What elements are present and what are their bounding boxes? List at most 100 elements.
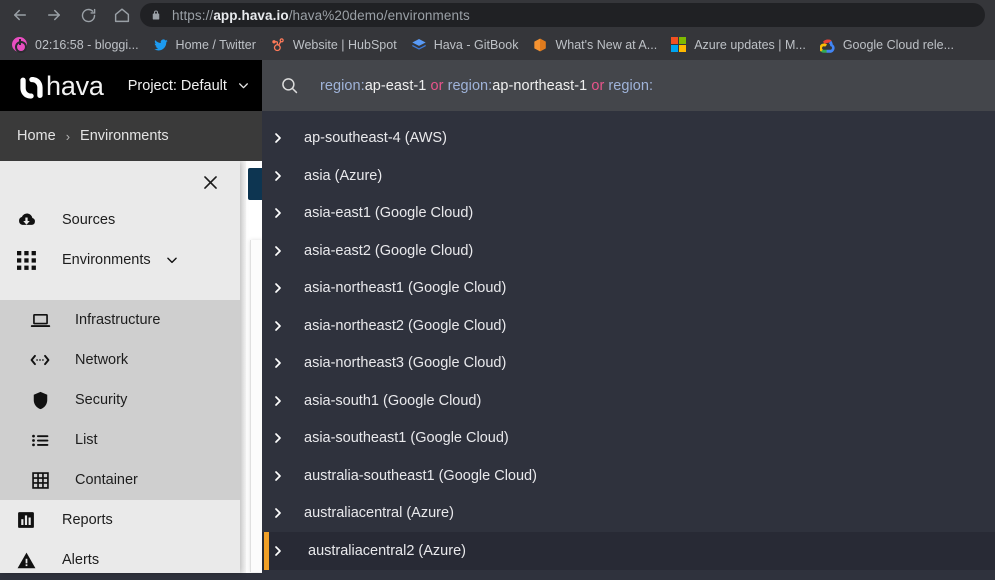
- sidebar-close-button[interactable]: [198, 170, 222, 194]
- region-list-item[interactable]: asia-northeast2 (Google Cloud): [262, 307, 995, 345]
- sidebar-item-reports[interactable]: Reports: [0, 500, 240, 540]
- chevron-right-icon: [271, 432, 285, 444]
- shield-icon: [27, 390, 53, 411]
- breadcrumb-current: Environments: [80, 128, 169, 144]
- browser-chrome: https://app.hava.io/hava%20demo/environm…: [0, 0, 995, 60]
- region-list-item[interactable]: ap-southeast-4 (AWS): [262, 120, 995, 158]
- breadcrumb-separator-icon: ›: [65, 128, 71, 144]
- chevron-right-icon: [271, 395, 285, 407]
- power-icon: [12, 37, 28, 53]
- search-bar[interactable]: region:ap-east-1 or region:ap-northeast-…: [262, 60, 995, 111]
- search-token-key: region:: [447, 77, 493, 94]
- sidebar-item-network[interactable]: Network: [0, 340, 240, 380]
- region-list-item-label: asia-southeast1 (Google Cloud): [304, 430, 509, 447]
- bookmark-item[interactable]: Website | HubSpot: [264, 33, 403, 57]
- bookmark-item[interactable]: Hava - GitBook: [405, 33, 525, 57]
- sidebar-item-container[interactable]: Container: [0, 460, 240, 500]
- project-selector-label: Project: Default: [127, 77, 227, 94]
- search-token-operator: or: [587, 77, 609, 94]
- hubspot-sprocket-icon: [270, 37, 286, 53]
- region-list-item-label: asia-northeast1 (Google Cloud): [304, 280, 507, 297]
- chevron-right-icon: [271, 170, 285, 182]
- chevron-right-icon: [271, 470, 285, 482]
- region-list-item[interactable]: asia-south1 (Google Cloud): [262, 382, 995, 420]
- region-list-item-selected[interactable]: australiacentral2 (Azure): [262, 532, 995, 570]
- twitter-bird-icon: [153, 37, 169, 53]
- lock-icon: [150, 9, 162, 21]
- region-list-item-label: asia-northeast2 (Google Cloud): [304, 317, 507, 334]
- bar-chart-icon: [13, 510, 39, 530]
- browser-toolbar: https://app.hava.io/hava%20demo/environm…: [0, 0, 995, 30]
- bookmark-item[interactable]: 02:16:58 - bloggi...: [6, 33, 145, 57]
- bookmark-item[interactable]: Home / Twitter: [147, 33, 262, 57]
- region-list-item[interactable]: asia-east2 (Google Cloud): [262, 232, 995, 270]
- sidebar-item-label: Sources: [62, 212, 116, 228]
- search-token-value: ap-east-1: [364, 77, 427, 94]
- region-list-item[interactable]: asia-northeast1 (Google Cloud): [262, 270, 995, 308]
- bookmark-item[interactable]: Azure updates | M...: [665, 33, 812, 57]
- sidebar-item-label: Container: [75, 472, 138, 488]
- sidebar-item-label: Security: [75, 392, 128, 408]
- sidebar-item-label: Network: [75, 352, 129, 368]
- region-list-item[interactable]: asia-northeast3 (Google Cloud): [262, 345, 995, 383]
- home-icon: [114, 8, 130, 23]
- cloud-download-icon: [13, 210, 39, 231]
- sidebar-item-label: Environments: [62, 252, 151, 268]
- region-list-item-label: australiacentral2 (Azure): [308, 542, 466, 559]
- chevron-right-icon: [271, 357, 285, 369]
- chevron-right-icon: [271, 545, 285, 557]
- hava-logo-text: hava: [46, 70, 104, 101]
- back-button[interactable]: [6, 1, 34, 29]
- chevron-right-icon: [271, 207, 285, 219]
- hava-logo[interactable]: hava: [18, 70, 104, 101]
- reload-button[interactable]: [74, 1, 102, 29]
- bookmark-item[interactable]: What's New at A...: [526, 33, 663, 57]
- region-list-item-label: australiacentral (Azure): [304, 505, 454, 522]
- region-suggestions-dropdown[interactable]: ap-southeast-3 (AWS) ap-southeast-4 (AWS…: [262, 111, 995, 573]
- sidebar-item-environments[interactable]: Environments: [0, 240, 240, 280]
- hava-app: hava Project: Default Home › Environment…: [0, 60, 995, 573]
- gitbook-books-icon: [411, 37, 427, 53]
- region-list-item-label: ap-southeast-4 (AWS): [304, 130, 447, 147]
- list-icon: [27, 430, 53, 451]
- sidebar-item-infrastructure[interactable]: Infrastructure: [0, 300, 240, 340]
- sidebar-item-alerts[interactable]: Alerts: [0, 540, 240, 580]
- region-list-item[interactable]: australia-southeast1 (Google Cloud): [262, 457, 995, 495]
- sidebar-environments-subnav: Infrastructure Network Security List Con…: [0, 300, 240, 500]
- search-icon: [280, 76, 299, 95]
- search-token-value: ap-northeast-1: [492, 77, 588, 94]
- bookmark-item[interactable]: Google Cloud rele...: [814, 33, 960, 57]
- chevron-right-icon: [271, 245, 285, 257]
- sidebar-panel: Sources Environments Infrastructure Netw…: [0, 161, 240, 573]
- sidebar-item-list[interactable]: List: [0, 420, 240, 460]
- sidebar-item-sources[interactable]: Sources: [0, 200, 240, 240]
- search-input[interactable]: region:ap-east-1 or region:ap-northeast-…: [320, 78, 653, 94]
- aws-cube-icon: [532, 37, 548, 53]
- search-token-key: region:: [608, 77, 654, 94]
- region-list-item-label: asia-northeast3 (Google Cloud): [304, 355, 507, 372]
- home-button[interactable]: [108, 1, 136, 29]
- search-token-operator: or: [426, 77, 448, 94]
- region-list-item[interactable]: asia-southeast1 (Google Cloud): [262, 420, 995, 458]
- region-list-item[interactable]: asia-east1 (Google Cloud): [262, 195, 995, 233]
- arrow-right-icon: [48, 9, 60, 21]
- chevron-down-icon[interactable]: [165, 253, 179, 267]
- reload-icon: [81, 8, 95, 22]
- forward-button[interactable]: [40, 1, 68, 29]
- grid-dots-icon: [13, 250, 39, 270]
- chevron-right-icon: [271, 132, 285, 144]
- hava-logo-icon: [20, 76, 43, 99]
- region-list-item[interactable]: ap-southeast-3 (AWS): [262, 111, 995, 120]
- region-list-item-label: asia (Azure): [304, 167, 383, 184]
- breadcrumb: Home › Environments: [0, 111, 262, 161]
- region-list-item-label: asia-south1 (Google Cloud): [304, 392, 482, 409]
- region-list-item[interactable]: australiacentral (Azure): [262, 495, 995, 533]
- breadcrumb-home[interactable]: Home: [17, 128, 56, 144]
- address-bar[interactable]: https://app.hava.io/hava%20demo/environm…: [140, 3, 985, 27]
- sidebar-item-label: Infrastructure: [75, 312, 161, 328]
- bookmarks-bar: 02:16:58 - bloggi... Home / Twitter Webs…: [0, 30, 995, 60]
- project-selector[interactable]: Project: Default: [128, 78, 250, 94]
- region-list-item[interactable]: asia (Azure): [262, 157, 995, 195]
- region-list-item-label: asia-east2 (Google Cloud): [304, 242, 474, 259]
- sidebar-item-security[interactable]: Security: [0, 380, 240, 420]
